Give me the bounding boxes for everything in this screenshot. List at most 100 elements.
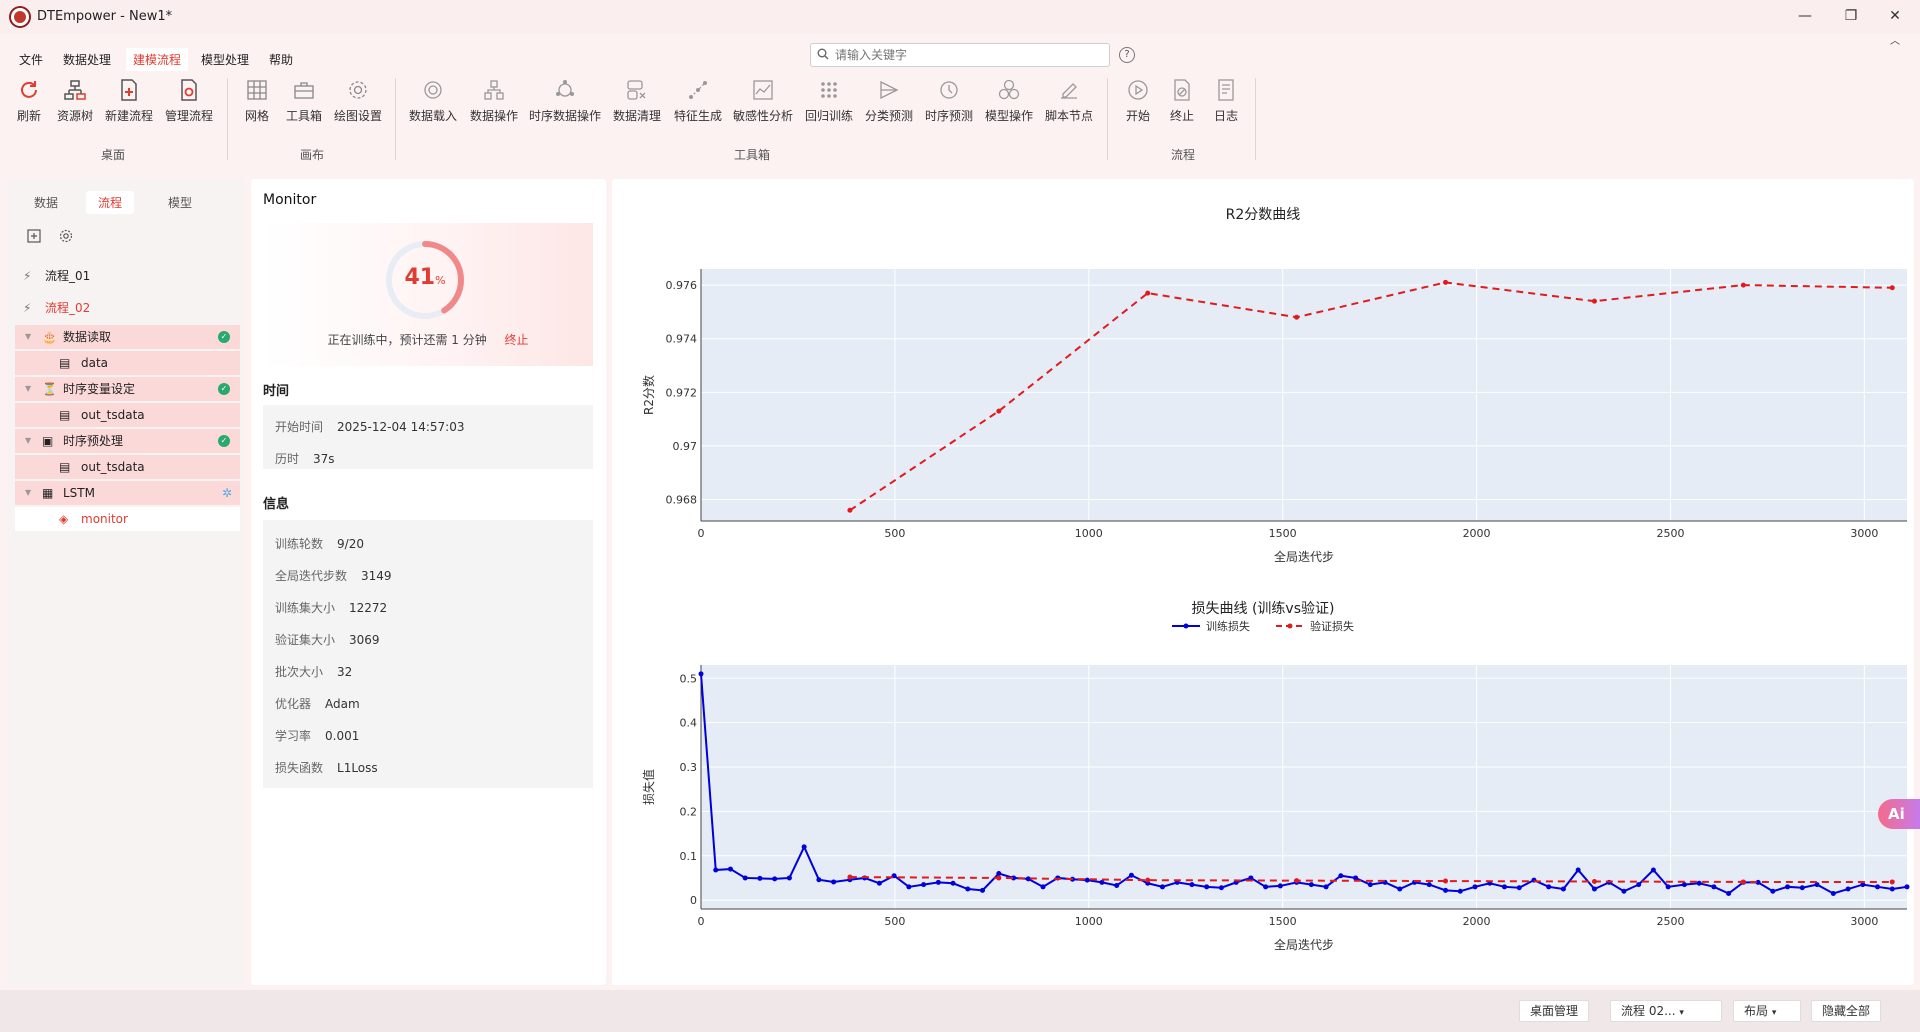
data-point — [1353, 875, 1359, 881]
toolbox-icon — [294, 82, 314, 99]
monitor-title: Monitor — [263, 192, 317, 208]
info-row: 全局迭代步数 3149 — [275, 567, 392, 584]
log-button[interactable]: 日志 — [1214, 78, 1238, 124]
script-node-button[interactable]: 脚本节点 — [1045, 78, 1093, 124]
data-operation-button[interactable]: 数据操作 — [470, 78, 518, 124]
tree-node-data-read[interactable]: ▼ 🎂 数据读取 ✓ — [15, 325, 240, 349]
x-tick-label: 1000 — [1075, 527, 1103, 540]
new-flow-label: 新建流程 — [105, 109, 154, 123]
elapsed-value: 37s — [313, 452, 335, 466]
menu-help[interactable]: 帮助 — [262, 48, 300, 71]
refresh-button[interactable]: 刷新 — [17, 78, 41, 124]
start-button[interactable]: 开始 — [1126, 78, 1150, 124]
info-value: L1Loss — [337, 761, 378, 775]
tree-node-lstm[interactable]: ▼ ▦ LSTM ✲ — [15, 481, 240, 505]
tree-monitor[interactable]: ◈ monitor — [15, 507, 240, 531]
data-clean-button[interactable]: 数据清理 — [613, 78, 661, 124]
data-point — [1770, 888, 1776, 894]
flow-item-01[interactable]: ⚡ 流程_01 — [15, 264, 240, 288]
data-point — [935, 879, 941, 885]
data-point — [1204, 884, 1210, 890]
stop-label: 终止 — [1170, 109, 1195, 123]
y-tick-label: 0.968 — [666, 494, 698, 507]
classify-icon — [880, 80, 899, 100]
desktop-manage-button[interactable]: 桌面管理 — [1519, 1000, 1590, 1022]
help-icon[interactable]: ? — [1119, 47, 1135, 63]
stop-training-link[interactable]: 终止 — [505, 333, 529, 347]
classify-predict-button[interactable]: 分类预测 — [865, 78, 913, 124]
plot-settings-button[interactable]: 绘图设置 — [334, 78, 382, 124]
data-point — [1443, 279, 1449, 285]
plot-settings-label: 绘图设置 — [334, 109, 383, 123]
model-operation-button[interactable]: 模型操作 — [985, 78, 1033, 124]
minimize-button[interactable]: — — [1793, 6, 1817, 26]
y-axis-label: R2分数 — [641, 375, 656, 415]
data-point — [772, 876, 778, 882]
info-row: 损失函数 L1Loss — [275, 759, 378, 776]
info-row: 训练轮数 9/20 — [275, 535, 364, 552]
node-label: out_tsdata — [81, 460, 145, 474]
y-tick-label: 0.5 — [680, 672, 698, 685]
resource-tree-button[interactable]: 资源树 — [57, 78, 93, 124]
data-point — [1785, 884, 1791, 890]
collapse-ribbon-icon[interactable]: ︿ — [1883, 32, 1907, 52]
layout-button[interactable]: 布局 ▾ — [1733, 1000, 1801, 1022]
tree-node-ts-var[interactable]: ▼ ⏳ 时序变量设定 ✓ — [15, 377, 240, 401]
data-load-button[interactable]: 数据载入 — [409, 78, 457, 124]
menu-model-processing[interactable]: 模型处理 — [194, 48, 256, 71]
info-key: 损失函数 — [275, 761, 324, 775]
search-input[interactable] — [835, 47, 1103, 63]
sensitivity-button[interactable]: 敏感性分析 — [733, 78, 793, 124]
tree-output-data[interactable]: ▤ data — [15, 351, 240, 375]
tab-data[interactable]: 数据 — [22, 191, 70, 214]
info-value: 3069 — [349, 633, 380, 647]
progress-value: 41% — [384, 265, 466, 290]
maximize-button[interactable]: ❐ — [1839, 6, 1863, 26]
ts-predict-label: 时序预测 — [925, 109, 974, 123]
tab-flow[interactable]: 流程 — [86, 191, 135, 214]
add-flow-icon[interactable] — [27, 229, 41, 243]
preprocess-node-icon: ▣ — [42, 434, 54, 448]
grid-button[interactable]: 网格 — [245, 78, 269, 124]
feature-gen-button[interactable]: 特征生成 — [674, 78, 722, 124]
model-operation-icon — [998, 79, 1020, 100]
legend-marker — [1287, 623, 1293, 629]
output-icon: ▤ — [59, 460, 71, 474]
data-point — [847, 507, 853, 513]
settings-icon[interactable] — [59, 229, 73, 243]
x-tick-label: 500 — [884, 527, 905, 540]
node-label: LSTM — [63, 486, 95, 500]
tree-node-ts-preprocess[interactable]: ▼ ▣ 时序预处理 ✓ — [15, 429, 240, 453]
new-flow-button[interactable]: 新建流程 — [105, 78, 153, 124]
menu-file[interactable]: 文件 — [12, 48, 50, 71]
expand-caret-icon[interactable]: ▼ — [25, 481, 31, 505]
flow-item-02[interactable]: ⚡ 流程_02 — [15, 296, 240, 320]
menu-modeling-flow[interactable]: 建模流程 — [126, 48, 189, 71]
flow-select-button[interactable]: 流程 02... ▾ — [1610, 1000, 1722, 1022]
x-tick-label: 2000 — [1463, 915, 1491, 928]
data-point — [1323, 884, 1329, 890]
expand-caret-icon[interactable]: ▼ — [25, 377, 31, 401]
x-tick-label: 2500 — [1656, 527, 1684, 540]
expand-caret-icon[interactable]: ▼ — [25, 429, 31, 453]
ai-assistant-button[interactable]: Ai — [1878, 799, 1920, 829]
data-point — [713, 867, 719, 873]
ts-data-operation-button[interactable]: 时序数据操作 — [529, 78, 601, 124]
info-row: 训练集大小 12272 — [275, 599, 387, 616]
menu-data-processing[interactable]: 数据处理 — [56, 48, 118, 71]
start-time-label: 开始时间 — [275, 420, 324, 434]
stop-button[interactable]: 终止 — [1170, 78, 1194, 124]
data-point — [1099, 879, 1105, 885]
tree-output-tsdata-2[interactable]: ▤ out_tsdata — [15, 455, 240, 479]
tree-output-tsdata-1[interactable]: ▤ out_tsdata — [15, 403, 240, 427]
manage-flow-button[interactable]: 管理流程 — [165, 78, 213, 124]
regression-train-button[interactable]: 回归训练 — [805, 78, 853, 124]
close-button[interactable]: ✕ — [1883, 6, 1907, 26]
expand-caret-icon[interactable]: ▼ — [25, 325, 31, 349]
hide-all-button[interactable]: 隐藏全部 — [1811, 1000, 1882, 1022]
data-point — [1367, 882, 1373, 888]
ts-predict-button[interactable]: 时序预测 — [925, 78, 973, 124]
toolbox-button[interactable]: 工具箱 — [286, 78, 322, 124]
flow-icon: ⚡ — [23, 301, 32, 315]
tab-model[interactable]: 模型 — [156, 191, 204, 214]
